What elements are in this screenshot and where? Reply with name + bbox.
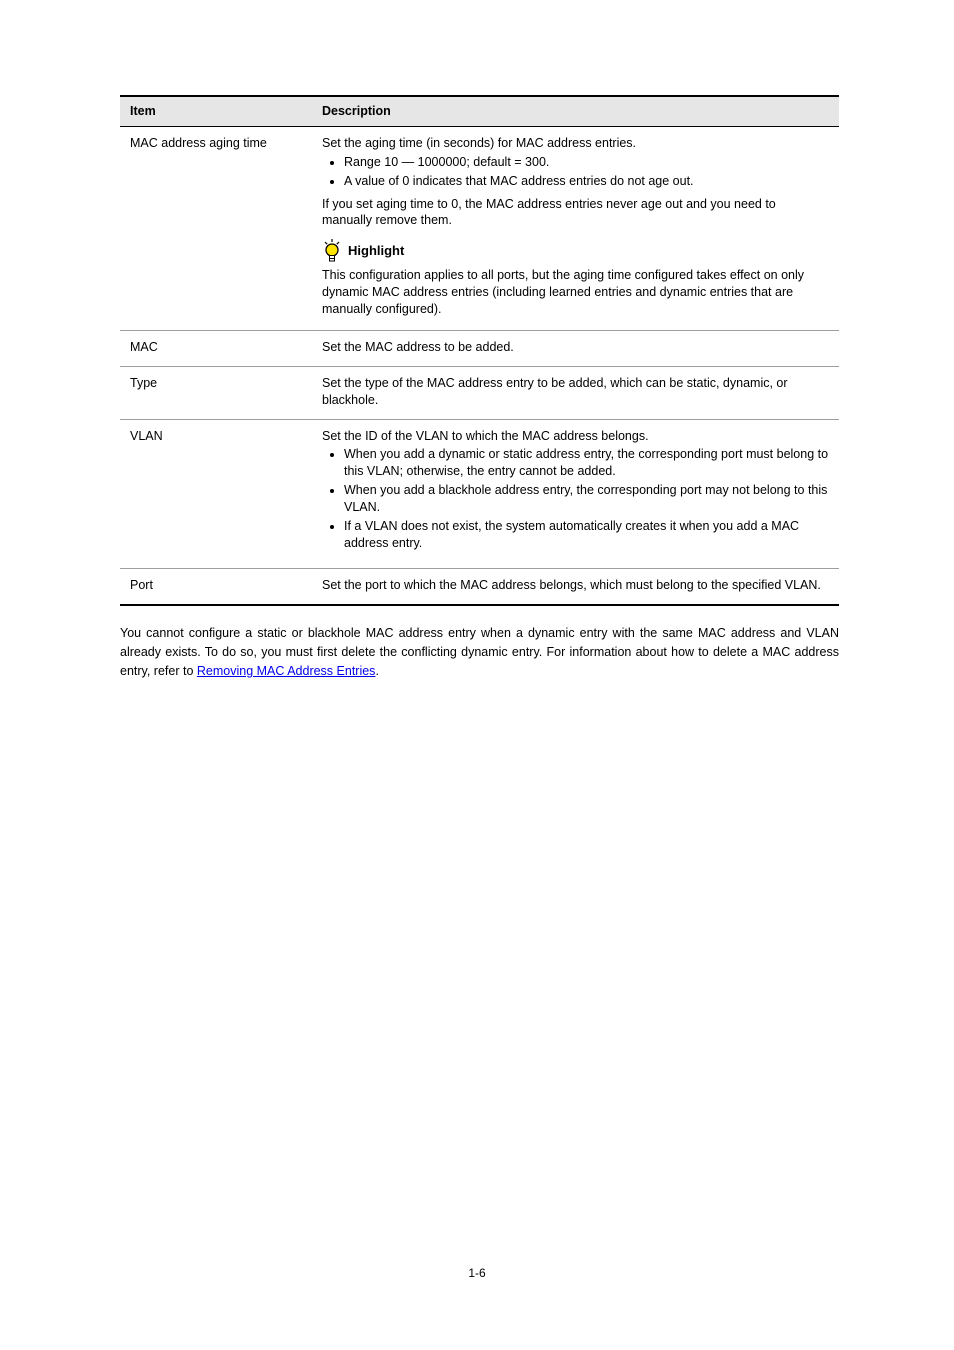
- list-item: If a VLAN does not exist, the system aut…: [344, 518, 829, 552]
- highlight-block: Highlight This configuration applies to …: [322, 239, 829, 318]
- row-label: Port: [120, 568, 312, 604]
- lightbulb-icon: [322, 239, 342, 263]
- row-intro: Set the aging time (in seconds) for MAC …: [322, 135, 829, 152]
- row-description: Set the port to which the MAC address be…: [312, 568, 839, 604]
- table-row: VLAN Set the ID of the VLAN to which the…: [120, 419, 839, 568]
- page-container: Item Description MAC address aging time …: [0, 0, 954, 1350]
- cross-reference-link[interactable]: Removing MAC Address Entries: [197, 664, 376, 678]
- highlight-heading: Highlight: [322, 239, 829, 263]
- row-label: VLAN: [120, 419, 312, 568]
- spec-table: Item Description MAC address aging time …: [120, 95, 839, 606]
- row-description: Set the MAC address to be added.: [312, 330, 839, 366]
- table-header-description: Description: [312, 96, 839, 126]
- table-header-item: Item: [120, 96, 312, 126]
- list-item: Range 10 — 1000000; default = 300.: [344, 154, 829, 171]
- row-description: Set the aging time (in seconds) for MAC …: [312, 126, 839, 330]
- list-item: A value of 0 indicates that MAC address …: [344, 173, 829, 190]
- row-outro: If you set aging time to 0, the MAC addr…: [322, 196, 829, 230]
- highlight-text: This configuration applies to all ports,…: [322, 267, 829, 318]
- row-label: MAC: [120, 330, 312, 366]
- row-description: Set the ID of the VLAN to which the MAC …: [312, 419, 839, 568]
- table-row: MAC Set the MAC address to be added.: [120, 330, 839, 366]
- table-row: MAC address aging time Set the aging tim…: [120, 126, 839, 330]
- table-row: Type Set the type of the MAC address ent…: [120, 366, 839, 419]
- bullet-list: When you add a dynamic or static address…: [322, 446, 829, 551]
- highlight-label: Highlight: [348, 242, 404, 260]
- list-item: When you add a dynamic or static address…: [344, 446, 829, 480]
- row-label: MAC address aging time: [120, 126, 312, 330]
- row-label: Type: [120, 366, 312, 419]
- page-number: 1-6: [0, 1266, 954, 1280]
- paragraph-text: .: [375, 664, 378, 678]
- list-item: When you add a blackhole address entry, …: [344, 482, 829, 516]
- body-paragraph: You cannot configure a static or blackho…: [120, 624, 839, 682]
- bullet-list: Range 10 — 1000000; default = 300. A val…: [322, 154, 829, 190]
- table-row: Port Set the port to which the MAC addre…: [120, 568, 839, 604]
- row-intro: Set the ID of the VLAN to which the MAC …: [322, 428, 829, 445]
- row-description: Set the type of the MAC address entry to…: [312, 366, 839, 419]
